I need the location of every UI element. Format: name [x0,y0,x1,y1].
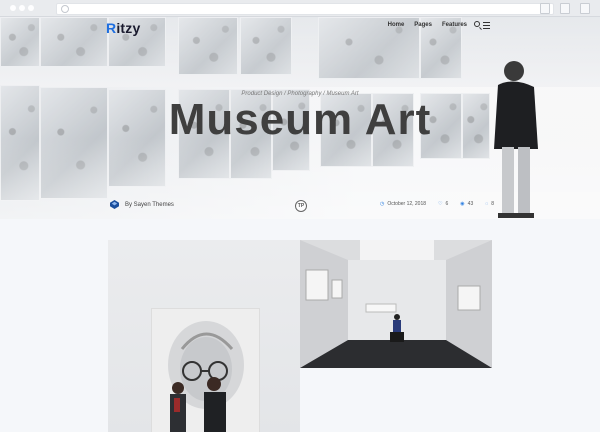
logo-mark: R [106,20,117,36]
menu-icon[interactable] [483,22,490,31]
page: Ritzy Home Pages Features Product Design… [0,17,600,432]
calendar-icon: ◷ [380,201,385,207]
gallery-image-poster[interactable] [108,240,300,432]
comment-icon: ◌ [485,201,489,207]
download-icon[interactable] [540,3,550,14]
page-title: Museum Art [168,95,432,144]
tabs-icon[interactable] [580,3,590,14]
gallery-room-scene [300,240,492,368]
heart-icon: ♡ [438,201,443,207]
address-bar[interactable] [56,3,554,15]
author-row: By Sayen Themes [110,200,174,209]
nav-item-pages[interactable]: Pages [414,22,432,28]
gallery-image-room[interactable] [300,240,492,368]
search-icon [61,5,69,13]
likes-count: 6 [445,201,449,207]
main-nav: Home Pages Features [388,22,467,28]
visitors-figures [170,377,226,432]
browser-chrome [0,0,600,17]
author-name[interactable]: By Sayen Themes [125,202,174,208]
window-dot-icon[interactable] [28,5,34,11]
window-dot-icon[interactable] [10,5,16,11]
views-count: 43 [467,201,474,207]
browser-action-icons [540,3,590,14]
site-logo[interactable]: Ritzy [106,20,140,36]
hero-section: Ritzy Home Pages Features Product Design… [0,17,600,219]
meta-likes[interactable]: ♡ 6 [438,201,448,207]
date-text: October 12, 2018 [387,201,427,207]
category-badge[interactable]: TP [295,200,307,212]
window-dot-icon[interactable] [19,5,25,11]
meta-views: ◉ 43 [460,201,473,207]
comments-count: 8 [491,201,494,207]
search-icon[interactable] [474,21,480,27]
post-meta: ◷ October 12, 2018 ♡ 6 ◉ 43 ◌ 8 [380,201,494,207]
nav-item-features[interactable]: Features [442,22,467,28]
author-icon [110,200,119,209]
meta-comments[interactable]: ◌ 8 [485,201,494,207]
meta-date: ◷ October 12, 2018 [380,201,426,207]
logo-text: itzy [116,20,141,36]
nav-item-home[interactable]: Home [388,22,405,28]
share-icon[interactable] [560,3,570,14]
eye-icon: ◉ [460,201,465,207]
